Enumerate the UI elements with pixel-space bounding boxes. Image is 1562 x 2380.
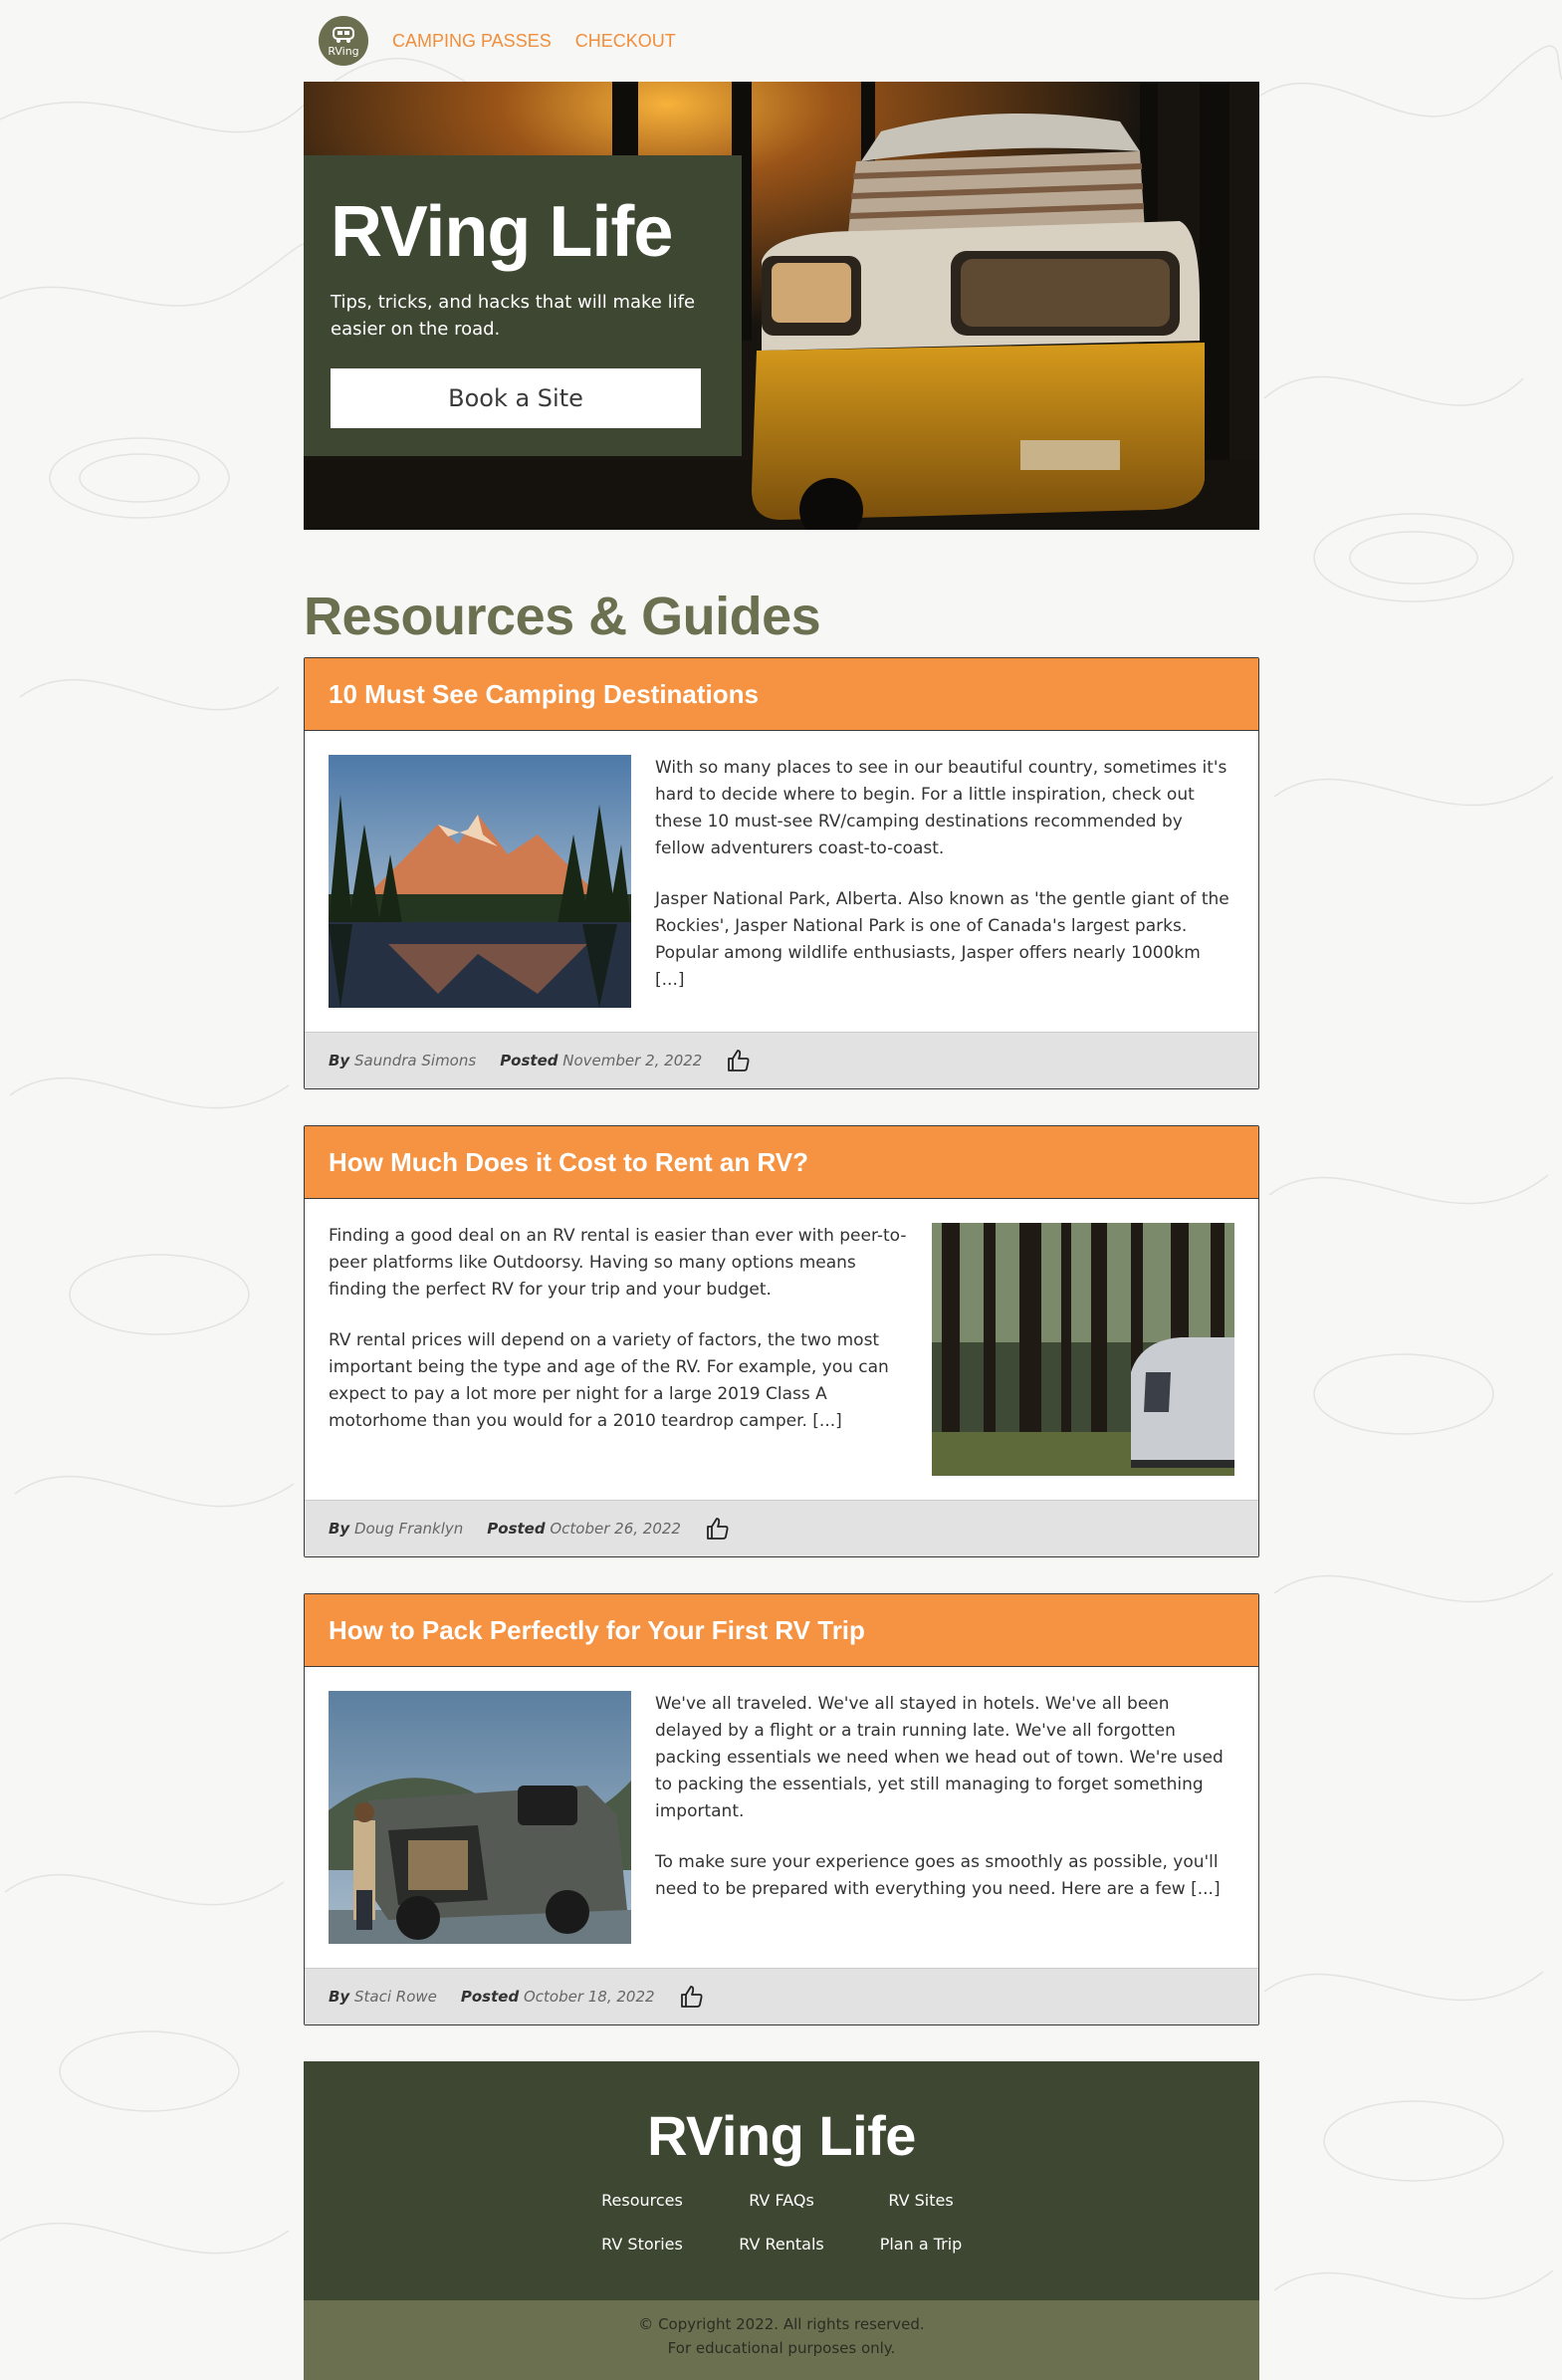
logo-text: RVing xyxy=(328,44,359,58)
post-card: How Much Does it Cost to Rent an RV? Fin… xyxy=(304,1125,1259,1557)
resources-title: Resources & Guides xyxy=(304,587,821,646)
nav-link-checkout[interactable]: CHECKOUT xyxy=(575,31,676,52)
post-card: How to Pack Perfectly for Your First RV … xyxy=(304,1593,1259,2025)
footer-link-rv-sites[interactable]: RV Sites xyxy=(851,2189,991,2213)
post-paragraph: Finding a good deal on an RV rental is e… xyxy=(329,1226,907,1300)
post-footer: By Staci Rowe Posted October 18, 2022 xyxy=(305,1968,1258,2024)
post-date: Posted October 26, 2022 xyxy=(487,1520,681,1538)
footer-links: Resources RV FAQs RV Sites RV Stories RV… xyxy=(572,2189,991,2257)
post-paragraph: We've all traveled. We've all stayed in … xyxy=(655,1694,1224,1821)
site-footer: RVing Life Resources RV FAQs RV Sites RV… xyxy=(304,2061,1259,2380)
post-paragraph: To make sure your experience goes as smo… xyxy=(655,1852,1221,1899)
post-image-forest-trailer[interactable] xyxy=(932,1223,1234,1476)
educational-note: For educational purposes only. xyxy=(667,2339,896,2357)
hero-panel: RVing Life Tips, tricks, and hacks that … xyxy=(304,155,742,456)
camper-icon xyxy=(333,26,354,43)
post-title[interactable]: How Much Does it Cost to Rent an RV? xyxy=(329,1147,808,1178)
footer-link-rv-rentals[interactable]: RV Rentals xyxy=(712,2233,851,2257)
post-paragraph: With so many places to see in our beauti… xyxy=(655,758,1227,858)
post-card: 10 Must See Camping Destinations With so… xyxy=(304,657,1259,1089)
thumbs-up-icon[interactable] xyxy=(726,1048,752,1073)
copyright-text: © Copyright 2022. All rights reserved. xyxy=(638,2315,925,2333)
post-footer: By Saundra Simons Posted November 2, 202… xyxy=(305,1032,1258,1088)
post-image-mountain-lake[interactable] xyxy=(329,755,631,1008)
footer-copyright-bar: © Copyright 2022. All rights reserved. F… xyxy=(304,2300,1259,2380)
hero-title: RVing Life xyxy=(331,192,673,272)
post-paragraph: Jasper National Park, Alberta. Also know… xyxy=(655,889,1229,990)
post-header: How to Pack Perfectly for Your First RV … xyxy=(305,1594,1258,1667)
footer-title: RVing Life xyxy=(647,2104,916,2167)
footer-link-plan-a-trip[interactable]: Plan a Trip xyxy=(851,2233,991,2257)
post-header: How Much Does it Cost to Rent an RV? xyxy=(305,1126,1258,1199)
thumbs-up-icon[interactable] xyxy=(705,1516,731,1542)
hero-subtitle: Tips, tricks, and hacks that will make l… xyxy=(331,292,696,340)
post-excerpt: Finding a good deal on an RV rental is e… xyxy=(329,1223,908,1476)
post-date: Posted November 2, 2022 xyxy=(500,1052,703,1070)
book-a-site-button[interactable]: Book a Site xyxy=(331,368,701,428)
post-author: By Doug Franklyn xyxy=(329,1520,464,1538)
post-author: By Staci Rowe xyxy=(329,1988,437,2006)
post-title[interactable]: 10 Must See Camping Destinations xyxy=(329,679,759,710)
thumbs-up-icon[interactable] xyxy=(679,1984,705,2010)
rving-logo[interactable]: RVing xyxy=(319,16,368,66)
top-nav: RVing CAMPING PASSES CHECKOUT xyxy=(304,0,1259,82)
post-excerpt: With so many places to see in our beauti… xyxy=(655,755,1234,1008)
post-excerpt: We've all traveled. We've all stayed in … xyxy=(655,1691,1234,1944)
post-footer: By Doug Franklyn Posted October 26, 2022 xyxy=(305,1500,1258,1556)
post-image-off-road-trailer[interactable] xyxy=(329,1691,631,1944)
page: RVing CAMPING PASSES CHECKOUT RVing Life… xyxy=(304,0,1259,2380)
footer-link-resources[interactable]: Resources xyxy=(572,2189,712,2213)
post-body: Finding a good deal on an RV rental is e… xyxy=(305,1199,1258,1500)
post-paragraph: RV rental prices will depend on a variet… xyxy=(329,1330,889,1431)
post-title[interactable]: How to Pack Perfectly for Your First RV … xyxy=(329,1615,865,1646)
post-body: With so many places to see in our beauti… xyxy=(305,731,1258,1032)
post-body: We've all traveled. We've all stayed in … xyxy=(305,1667,1258,1968)
footer-link-rv-stories[interactable]: RV Stories xyxy=(572,2233,712,2257)
nav-link-camping-passes[interactable]: CAMPING PASSES xyxy=(392,31,552,52)
post-header: 10 Must See Camping Destinations xyxy=(305,658,1258,731)
footer-top: RVing Life Resources RV FAQs RV Sites RV… xyxy=(304,2061,1259,2300)
post-author: By Saundra Simons xyxy=(329,1052,477,1070)
post-date: Posted October 18, 2022 xyxy=(460,1988,655,2006)
footer-link-rv-faqs[interactable]: RV FAQs xyxy=(712,2189,851,2213)
hero-banner: RVing Life Tips, tricks, and hacks that … xyxy=(304,82,1259,530)
